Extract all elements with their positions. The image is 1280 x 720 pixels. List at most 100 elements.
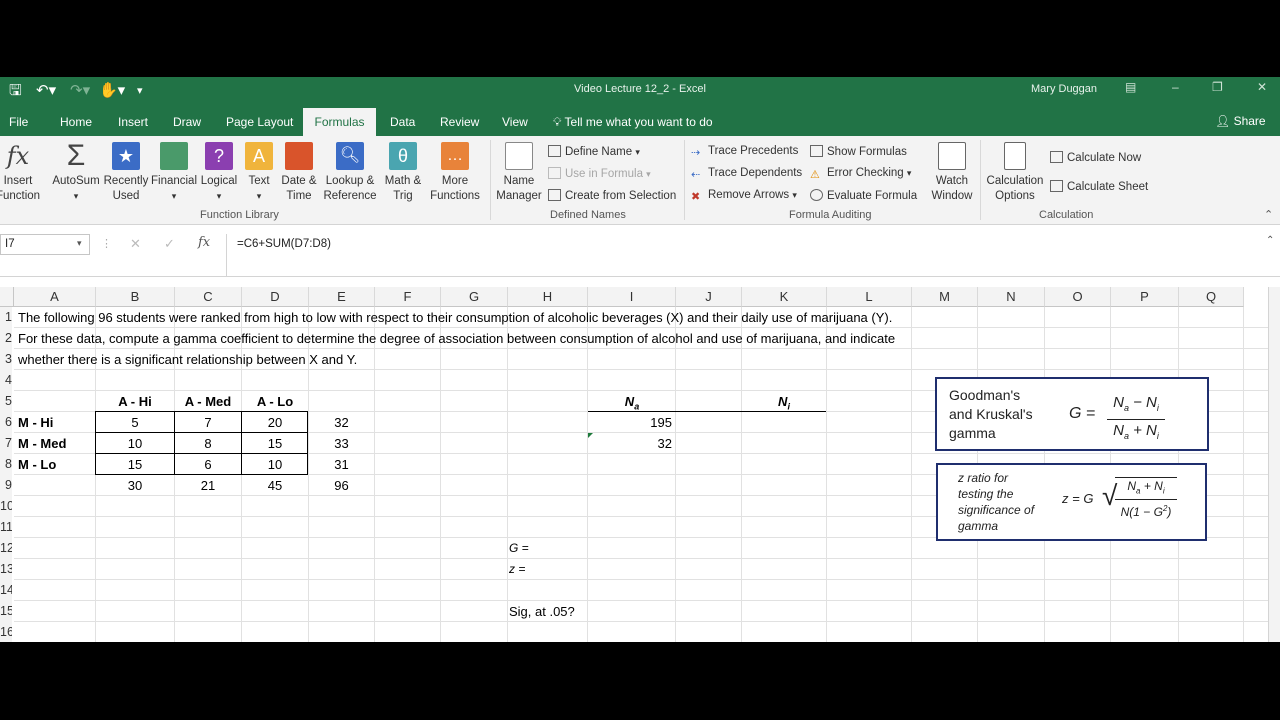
tab-draw[interactable]: Draw [173, 115, 201, 129]
trace-precedents-button[interactable]: ⇢ Trace Precedents [691, 145, 798, 159]
remove-arrows-button[interactable]: ✖ Remove Arrows ▾ [691, 189, 797, 203]
ribbon-display-icon[interactable]: ▤ [1125, 80, 1136, 94]
cancel-icon[interactable]: ✕ [130, 236, 141, 252]
tab-home[interactable]: Home [60, 115, 92, 129]
math-trig-button[interactable]: θ Math & Trig [381, 142, 425, 204]
error-checking-button[interactable]: ⚠ Error Checking ▾ [810, 167, 911, 181]
vertical-scrollbar[interactable] [1268, 287, 1280, 642]
row-label-m-lo[interactable]: M - Lo [18, 454, 56, 475]
column-header[interactable]: G [441, 287, 508, 307]
column-header[interactable]: H [508, 287, 588, 307]
row-header[interactable]: 13 [0, 559, 12, 580]
row-header[interactable]: 7 [0, 433, 12, 454]
g-label[interactable]: G = [509, 538, 529, 559]
error-indicator-icon[interactable] [588, 433, 593, 438]
sig-label[interactable]: Sig, at .05? [509, 601, 575, 622]
name-box-dropdown-icon[interactable]: ▾ [77, 238, 82, 249]
watch-window-button[interactable]: Watch Window [927, 142, 977, 204]
table-cell[interactable]: 15 [242, 433, 308, 454]
logical-button[interactable]: ? Logical ▾ [198, 142, 240, 204]
name-box[interactable]: I7 ▾ [0, 234, 90, 255]
row-label-m-hi[interactable]: M - Hi [18, 412, 53, 433]
define-name-button[interactable]: Define Name ▾ [548, 145, 640, 158]
worksheet-grid[interactable]: ABCDEFGHIJKLMNOPQ 1 2 3 4 5 6 7 8 9 10 11 12 13 14 15 1… [0, 287, 1268, 642]
tell-me-box[interactable]: 💡︎ Tell me what you want to do [553, 115, 713, 130]
calculate-sheet-button[interactable]: Calculate Sheet [1050, 180, 1148, 193]
collapse-ribbon-icon[interactable]: ⌃ [1264, 208, 1273, 221]
row-header[interactable]: 10 [0, 496, 12, 517]
autosum-button[interactable]: Σ AutoSum ▾ [50, 141, 102, 204]
tab-insert[interactable]: Insert [118, 115, 148, 129]
row-header[interactable]: 6 [0, 412, 12, 433]
name-manager-button[interactable]: Name Manager [494, 142, 544, 204]
na-header[interactable]: Na [588, 391, 676, 412]
table-cell[interactable]: 45 [242, 475, 308, 496]
ni-header[interactable]: Ni [742, 391, 826, 412]
problem-line-1[interactable]: The following 96 students were ranked fr… [18, 307, 892, 328]
table-cell[interactable]: 7 [175, 412, 241, 433]
use-in-formula-button[interactable]: Use in Formula ▾ [548, 167, 651, 180]
column-header[interactable]: O [1045, 287, 1111, 307]
column-header[interactable]: E [309, 287, 375, 307]
z-ratio-formula-image[interactable]: z ratio for testing the significance of … [936, 463, 1207, 541]
show-formulas-button[interactable]: Show Formulas [810, 145, 907, 158]
insert-function-icon[interactable]: fx [198, 235, 210, 250]
calculate-now-button[interactable]: Calculate Now [1050, 151, 1141, 164]
table-cell[interactable]: 20 [242, 412, 308, 433]
table-cell[interactable]: 6 [175, 454, 241, 475]
table-cell[interactable]: 21 [175, 475, 241, 496]
row-header[interactable]: 2 [0, 328, 12, 349]
z-label[interactable]: z = [509, 559, 525, 580]
row-header[interactable]: 15 [0, 601, 12, 622]
column-header[interactable]: F [375, 287, 441, 307]
insert-function-button[interactable]: fx Insert Function [0, 142, 42, 204]
column-header[interactable]: K [742, 287, 827, 307]
column-header[interactable]: N [978, 287, 1045, 307]
evaluate-formula-button[interactable]: Evaluate Formula [810, 189, 917, 202]
table-cell[interactable]: 10 [242, 454, 308, 475]
create-from-selection-button[interactable]: Create from Selection [548, 189, 676, 202]
column-header[interactable]: C [175, 287, 242, 307]
na-value[interactable]: 195 [588, 412, 672, 433]
tab-file[interactable]: File [9, 115, 28, 129]
table-cell[interactable]: 10 [96, 433, 174, 454]
table-cell[interactable]: 8 [175, 433, 241, 454]
tab-page-layout[interactable]: Page Layout [226, 115, 293, 129]
restore-icon[interactable]: ❐ [1212, 80, 1223, 94]
row-header[interactable]: 4 [0, 370, 12, 391]
date-time-button[interactable]: Date & Time [278, 142, 320, 204]
na-value[interactable]: 32 [588, 433, 672, 454]
enter-icon[interactable]: ✓ [164, 236, 175, 252]
more-functions-button[interactable]: … More Functions [426, 142, 484, 204]
formula-input[interactable]: =C6+SUM(D7:D8) [226, 234, 1266, 276]
share-button[interactable]: 👤︎ Share [1215, 114, 1266, 128]
row-header[interactable]: 11 [0, 517, 12, 538]
column-header[interactable]: L [827, 287, 912, 307]
table-cell[interactable]: 96 [309, 475, 374, 496]
column-header[interactable]: J [676, 287, 742, 307]
row-header[interactable]: 9 [0, 475, 12, 496]
tab-review[interactable]: Review [440, 115, 479, 129]
column-header[interactable]: B [96, 287, 175, 307]
row-header[interactable]: 12 [0, 538, 12, 559]
table-cell[interactable]: 30 [96, 475, 174, 496]
column-header[interactable]: M [912, 287, 978, 307]
text-button[interactable]: A Text ▾ [242, 142, 276, 204]
table-cell[interactable]: 32 [309, 412, 374, 433]
table-cell[interactable]: 15 [96, 454, 174, 475]
expand-formula-bar-icon[interactable]: ⌃ [1266, 235, 1274, 246]
select-all-corner[interactable] [0, 287, 14, 307]
tab-data[interactable]: Data [390, 115, 415, 129]
row-header[interactable]: 16 [0, 622, 12, 642]
trace-dependents-button[interactable]: ⇠ Trace Dependents [691, 167, 802, 181]
table-cell[interactable]: 5 [96, 412, 174, 433]
recently-used-button[interactable]: ★ Recently Used [102, 142, 150, 204]
column-header[interactable]: I [588, 287, 676, 307]
table-cell[interactable]: 31 [309, 454, 374, 475]
problem-line-3[interactable]: whether there is a significant relations… [18, 349, 357, 370]
financial-button[interactable]: Financial ▾ [150, 142, 198, 204]
table-cell[interactable]: 33 [309, 433, 374, 454]
col-header-a-hi[interactable]: A - Hi [96, 391, 174, 412]
row-header[interactable]: 14 [0, 580, 12, 601]
column-header[interactable]: A [14, 287, 96, 307]
